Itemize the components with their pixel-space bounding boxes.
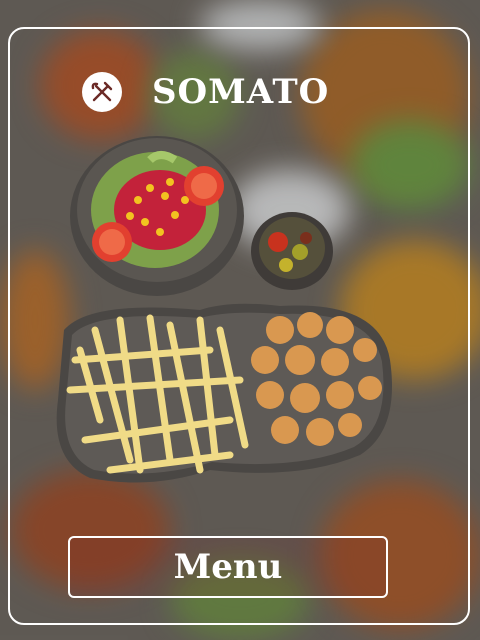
menu-button[interactable]: Menu xyxy=(68,536,388,598)
